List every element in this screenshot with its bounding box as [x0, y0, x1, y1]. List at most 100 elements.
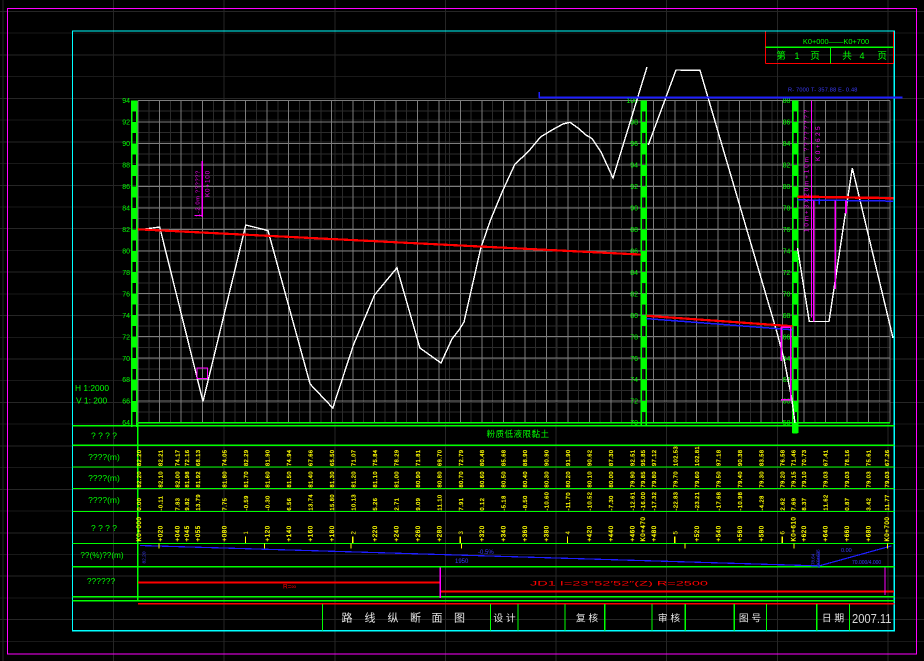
svg-text:H 1:2000: H 1:2000 — [75, 383, 109, 393]
svg-text:7.91: 7.91 — [459, 498, 465, 511]
svg-text:-0.30: -0.30 — [266, 495, 272, 510]
svg-text:15.80: 15.80 — [330, 494, 336, 511]
svg-text:74: 74 — [783, 248, 791, 255]
svg-text:2.62: 2.62 — [781, 498, 787, 511]
svg-text:图: 图 — [454, 612, 465, 625]
svg-text:81.80: 81.80 — [223, 471, 229, 488]
svg-text:13.74: 13.74 — [309, 494, 315, 511]
svg-text:78: 78 — [122, 270, 130, 277]
svg-text:70: 70 — [630, 420, 638, 427]
svg-text:5.26: 5.26 — [373, 498, 379, 511]
svg-text:80.60: 80.60 — [480, 471, 486, 488]
svg-text:94: 94 — [630, 162, 638, 169]
svg-text:断: 断 — [410, 611, 421, 625]
svg-text:90.90: 90.90 — [545, 450, 551, 467]
svg-text:81.90: 81.90 — [266, 450, 272, 467]
svg-text:98: 98 — [630, 120, 638, 127]
svg-text:79.60: 79.60 — [695, 471, 701, 488]
svg-text:10.13: 10.13 — [351, 494, 357, 511]
svg-text:-10.60: -10.60 — [545, 492, 551, 511]
svg-text:K0+700: K0+700 — [885, 516, 891, 541]
svg-text:67.26: 67.26 — [885, 450, 891, 467]
svg-text:75.84: 75.84 — [373, 450, 379, 467]
svg-text:11.10: 11.10 — [437, 494, 443, 510]
svg-text:80: 80 — [122, 248, 130, 255]
svg-text:-4.28: -4.28 — [759, 495, 765, 510]
svg-text:76: 76 — [783, 227, 791, 234]
svg-text:90.62: 90.62 — [588, 450, 594, 467]
svg-text:K0+625: K0+625 — [815, 124, 822, 161]
svg-text:80: 80 — [630, 313, 638, 320]
svg-text:1: 1 — [794, 51, 799, 61]
svg-text:+320: +320 — [480, 525, 486, 541]
svg-text:纵: 纵 — [388, 612, 399, 625]
svg-text:+160: +160 — [309, 525, 315, 541]
svg-text:71.81: 71.81 — [416, 450, 422, 467]
svg-text:58: 58 — [783, 420, 791, 427]
svg-text:+520: +520 — [695, 525, 701, 541]
svg-text:7.69: 7.69 — [792, 498, 798, 511]
svg-text:70: 70 — [122, 356, 130, 363]
svg-text:82.20: 82.20 — [137, 471, 143, 488]
svg-text:+440: +440 — [609, 525, 615, 541]
svg-text:日 期: 日 期 — [822, 613, 845, 625]
svg-text:82.00: 82.00 — [176, 471, 182, 488]
svg-text:84: 84 — [783, 141, 791, 148]
svg-text:79.50: 79.50 — [716, 471, 722, 488]
svg-text:-16.00: -16.00 — [641, 492, 647, 511]
svg-text:67.66: 67.66 — [309, 450, 315, 467]
svg-text:88: 88 — [783, 98, 791, 105]
svg-text:79.03: 79.03 — [867, 471, 873, 488]
svg-text:+680: +680 — [867, 525, 873, 541]
svg-text:82.29: 82.29 — [244, 450, 250, 467]
svg-text:8.37: 8.37 — [802, 498, 808, 511]
svg-text:79.15: 79.15 — [792, 471, 798, 488]
svg-text:74: 74 — [630, 377, 638, 384]
svg-text:R=∞: R=∞ — [283, 584, 296, 591]
svg-text:81.20: 81.20 — [351, 471, 357, 488]
svg-text:88: 88 — [630, 227, 638, 234]
svg-text:80.48: 80.48 — [480, 450, 486, 467]
svg-text:71.46: 71.46 — [792, 450, 798, 467]
svg-text:设 计: 设 计 — [493, 612, 516, 625]
svg-text:72.79: 72.79 — [459, 450, 465, 467]
svg-text:1950: 1950 — [455, 559, 469, 565]
svg-text:-23.21: -23.21 — [695, 492, 701, 511]
svg-text:80.40: 80.40 — [523, 471, 529, 488]
svg-text:0.87: 0.87 — [845, 498, 851, 511]
svg-text:????(m): ????(m) — [88, 452, 120, 462]
svg-text:7.83: 7.83 — [176, 498, 182, 511]
svg-text:+260: +260 — [416, 525, 422, 541]
svg-text:线: 线 — [365, 611, 376, 625]
svg-text:92.51: 92.51 — [631, 450, 637, 467]
svg-text:13.79: 13.79 — [196, 494, 202, 511]
svg-text:2.71: 2.71 — [394, 498, 400, 511]
svg-text:79.30: 79.30 — [759, 471, 765, 488]
svg-text:64: 64 — [122, 420, 130, 427]
svg-text:84: 84 — [630, 270, 638, 277]
svg-text:81.10: 81.10 — [373, 471, 379, 488]
svg-text:81.40: 81.40 — [309, 471, 315, 488]
svg-text:79.85: 79.85 — [641, 471, 647, 488]
svg-text:7.75: 7.75 — [223, 498, 229, 511]
svg-text:? ? ? ?: ? ? ? ? — [91, 523, 117, 533]
svg-text:+620: +620 — [802, 525, 808, 541]
svg-text:81.00: 81.00 — [394, 471, 400, 488]
svg-text:+055: +055 — [196, 525, 202, 541]
svg-text:页: 页 — [877, 51, 887, 62]
svg-text:66: 66 — [783, 334, 791, 341]
svg-text:68: 68 — [783, 313, 791, 320]
svg-text:95.85: 95.85 — [641, 450, 647, 467]
svg-text:-12.61: -12.61 — [631, 492, 637, 511]
svg-text:70.000/4.000: 70.000/4.000 — [852, 560, 881, 566]
svg-text:-0.11: -0.11 — [158, 496, 164, 511]
svg-text:74.05: 74.05 — [223, 450, 229, 467]
svg-text:75.61: 75.61 — [867, 450, 873, 467]
svg-text:82.21: 82.21 — [158, 450, 164, 467]
svg-text:81.98: 81.98 — [185, 471, 191, 488]
svg-text:92: 92 — [630, 184, 638, 191]
svg-text:9.82: 9.82 — [185, 498, 191, 511]
svg-text:-17.32: -17.32 — [652, 492, 658, 511]
svg-text:84: 84 — [122, 205, 130, 212]
svg-text:81.30: 81.30 — [330, 471, 336, 488]
